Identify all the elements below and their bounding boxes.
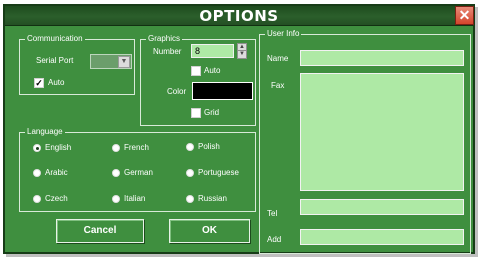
color-swatch[interactable]: [192, 82, 253, 100]
add-label: Add: [267, 235, 282, 244]
serial-port-label: Serial Port: [36, 56, 74, 65]
radio-russian[interactable]: [186, 195, 194, 203]
graphics-auto-checkbox[interactable]: [191, 66, 201, 76]
option-german-label: German: [124, 168, 153, 177]
language-legend: Language: [25, 127, 65, 137]
communication-group: Communication Serial Port ▼ ✓ Auto: [19, 34, 135, 95]
option-russian-label: Russian: [198, 194, 227, 203]
communication-auto-checkbox[interactable]: ✓: [34, 78, 44, 88]
radio-portuguese[interactable]: [186, 169, 194, 177]
number-label: Number: [153, 47, 182, 56]
option-polish-label: Polish: [198, 142, 220, 151]
ok-button[interactable]: OK: [169, 219, 250, 243]
radio-arabic[interactable]: [33, 169, 41, 177]
fax-label: Fax: [271, 81, 285, 90]
graphics-legend: Graphics: [146, 34, 183, 44]
grid-label: Grid: [204, 108, 220, 117]
user-info-group: User Info Name Fax Tel Add: [259, 29, 471, 254]
radio-english[interactable]: [33, 144, 41, 152]
add-field[interactable]: [300, 229, 464, 245]
close-icon: ✕: [458, 7, 471, 23]
tel-label: Tel: [267, 209, 278, 218]
grid-checkbox[interactable]: [191, 108, 201, 118]
radio-italian[interactable]: [112, 195, 120, 203]
spin-down-icon[interactable]: ▼: [238, 51, 246, 58]
close-button[interactable]: ✕: [455, 6, 474, 25]
color-label: Color: [167, 87, 187, 96]
cancel-button[interactable]: Cancel: [56, 219, 144, 243]
chevron-down-icon[interactable]: ▼: [118, 56, 130, 68]
language-group: Language English French Polish Arabic Ge…: [19, 127, 256, 212]
option-portuguese-label: Portuguese: [198, 168, 239, 177]
radio-french[interactable]: [112, 144, 120, 152]
dialog-title: OPTIONS: [199, 7, 279, 25]
name-label: Name: [267, 54, 289, 63]
option-french-label: French: [124, 143, 149, 152]
number-spinner[interactable]: ▲ ▼: [237, 43, 247, 59]
communication-auto-label: Auto: [48, 78, 65, 87]
name-field[interactable]: [300, 50, 464, 66]
title-bar[interactable]: OPTIONS ✕: [5, 6, 474, 26]
option-czech-label: Czech: [45, 194, 68, 203]
option-english-label: English: [45, 143, 72, 152]
radio-czech[interactable]: [33, 195, 41, 203]
fax-field[interactable]: [300, 73, 464, 191]
spin-up-icon[interactable]: ▲: [238, 44, 246, 51]
number-input[interactable]: 8: [191, 44, 234, 58]
option-arabic-label: Arabic: [45, 168, 68, 177]
radio-german[interactable]: [112, 169, 120, 177]
graphics-group: Graphics Number 8 ▲ ▼ Auto Color Grid: [140, 34, 256, 126]
option-italian-label: Italian: [124, 194, 146, 203]
user-info-legend: User Info: [265, 29, 302, 39]
tel-field[interactable]: [300, 199, 464, 215]
communication-legend: Communication: [25, 34, 85, 44]
options-dialog: OPTIONS ✕ Communication Serial Port ▼ ✓ …: [3, 4, 475, 254]
radio-polish[interactable]: [186, 143, 194, 151]
serial-port-select[interactable]: ▼: [90, 54, 132, 69]
graphics-auto-label: Auto: [204, 66, 221, 75]
